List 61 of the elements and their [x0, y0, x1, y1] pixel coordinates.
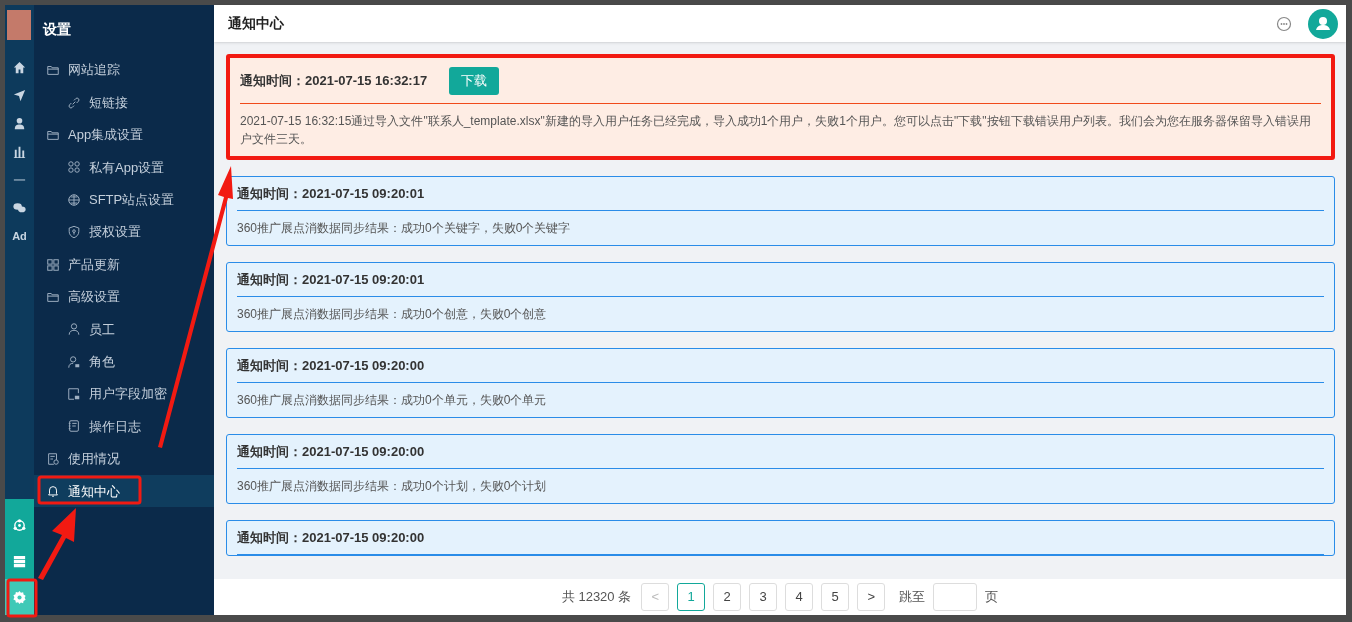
sidebar-item[interactable]: 私有App设置 [34, 151, 214, 184]
chat-icon[interactable] [1276, 15, 1292, 32]
sidebar-item[interactable]: 高级设置 [34, 280, 214, 314]
bar-chart-icon[interactable] [12, 144, 27, 159]
annotation-arrow [38, 508, 76, 580]
sidebar-item[interactable]: 产品更新 [34, 248, 214, 281]
notification-message: 360推广展点消数据同步结果：成功0个计划，失败0个计划 [237, 478, 548, 495]
notification-time: 通知时间：2021-07-15 09:20:01 [237, 270, 425, 289]
link-icon [67, 95, 81, 110]
notification-time: 通知时间：2021-07-15 09:20:00 [237, 528, 425, 547]
hub-icon [12, 517, 27, 533]
notification-message: 360推广展点消数据同步结果：成功0个创意，失败0个创意 [237, 306, 548, 323]
notification-message: 360推广展点消数据同步结果：成功0个单元，失败0个单元 [237, 392, 548, 409]
page-button[interactable]: 5 [821, 583, 850, 611]
notification-message: 2021-07-15 16:32:15通过导入文件"联系人_template.xlsx"新建的导入用户任务已经完成，导入成功1个用户，失败1个用户。您可以点击"下载"按钮下载错误用户列表。我们会为您在服务器保留导入错误用户文件三天。 [240, 113, 1312, 148]
sidebar-item[interactable]: 授权设置 [34, 215, 214, 249]
person-icon [67, 322, 81, 337]
notification-message: 360推广展点消数据同步结果：成功0个关键字，失败0个关键字 [237, 220, 572, 237]
home-icon[interactable] [12, 60, 27, 75]
document-lock-icon [67, 387, 81, 402]
rail-ad-item[interactable]: Ad [12, 228, 27, 245]
page-title: 通知中心 [228, 14, 284, 33]
sidebar-item[interactable]: 通知中心 [34, 475, 214, 508]
globe-icon [67, 192, 81, 207]
sidebar-item[interactable]: 用户字段加密 [34, 377, 214, 411]
total-count: 共 12320 条 [561, 588, 632, 607]
grid-icon [46, 257, 60, 272]
sidebar-item[interactable]: SFTP站点设置 [34, 183, 214, 216]
bell-icon [46, 484, 60, 499]
notification-time: 通知时间：2021-07-15 09:20:00 [237, 442, 425, 461]
user-icon[interactable] [12, 116, 27, 131]
sidebar-item[interactable]: 角色 [34, 345, 214, 378]
sidebar-item[interactable]: 使用情况 [34, 442, 214, 476]
notification-time: 通知时间：2021-07-15 09:20:01 [237, 184, 425, 203]
highlight-frame [6, 578, 38, 618]
settings-icon [12, 589, 27, 605]
server-icon [12, 553, 27, 569]
cluster-icon [67, 160, 81, 175]
report-icon [46, 451, 60, 466]
shield-icon [67, 225, 81, 240]
chat-bubbles-icon[interactable] [12, 200, 27, 215]
avatar-icon[interactable] [1308, 8, 1338, 39]
next-page-button[interactable]: > [857, 583, 886, 611]
page-input[interactable] [933, 583, 978, 611]
page-button[interactable]: 3 [749, 583, 778, 611]
page-unit-label: 页 [985, 588, 999, 607]
sidebar-title: 设置 [41, 20, 72, 39]
send-icon[interactable] [12, 88, 27, 103]
notification-time: 通知时间：2021-07-15 16:32:17 [240, 71, 428, 90]
sidebar-item[interactable]: 网站追踪 [34, 54, 214, 87]
sidebar-item[interactable]: 短链接 [34, 86, 214, 119]
sidebar-item[interactable]: 操作日志 [34, 410, 214, 443]
person-lock-icon [67, 354, 81, 369]
folder-icon [46, 63, 60, 78]
page-button[interactable]: 2 [713, 583, 742, 611]
jump-label: 跳至 [899, 588, 926, 607]
page-button[interactable]: 4 [785, 583, 814, 611]
notification-time: 通知时间：2021-07-15 09:20:00 [237, 356, 425, 375]
log-book-icon [67, 419, 81, 434]
sidebar-item[interactable]: 员工 [34, 313, 214, 346]
sidebar-item[interactable]: App集成设置 [34, 118, 214, 152]
